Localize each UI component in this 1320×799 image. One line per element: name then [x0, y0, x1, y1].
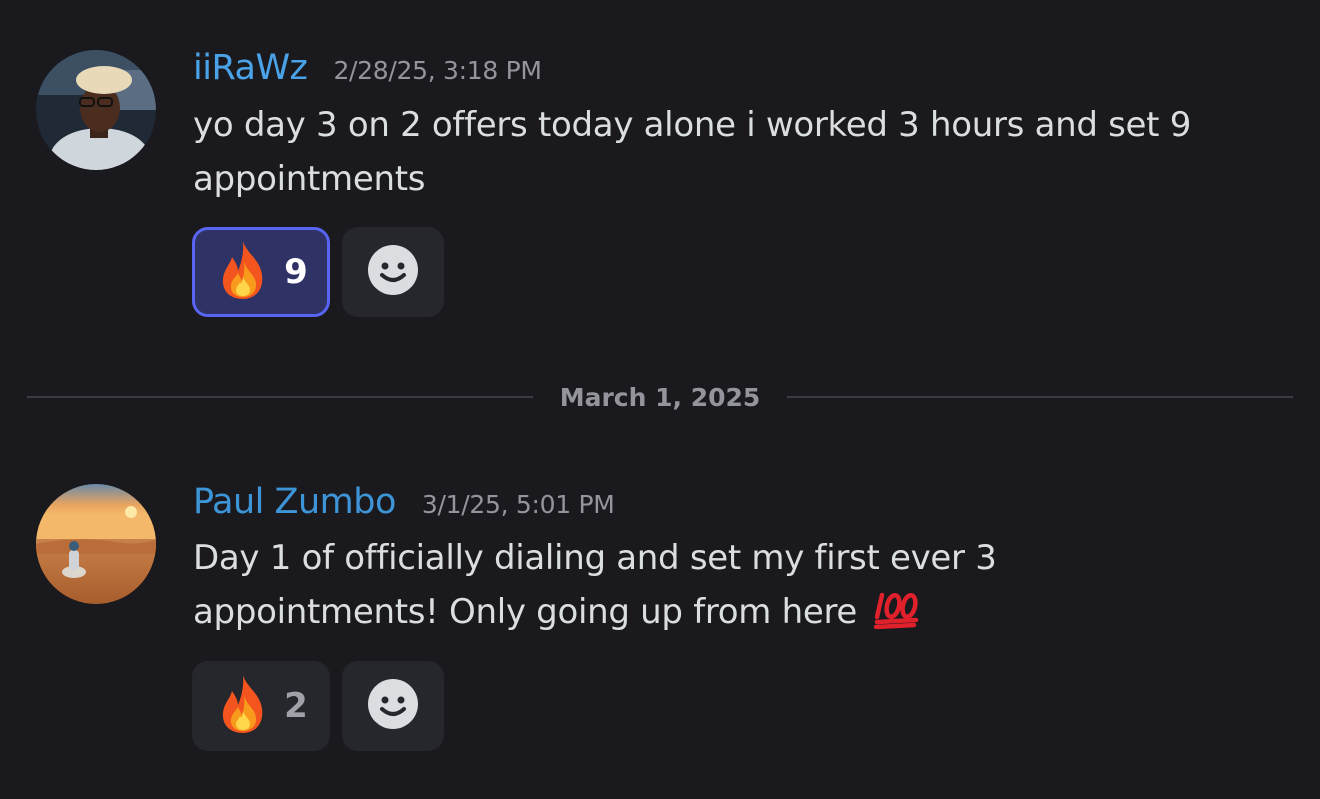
avatar-paul-zumbo[interactable] [36, 484, 156, 604]
timestamp: 3/1/25, 5:01 PM [421, 490, 615, 519]
reaction-count: 9 [284, 252, 308, 292]
add-reaction-button[interactable] [342, 227, 444, 317]
divider-date: March 1, 2025 [559, 382, 761, 412]
message-content: Day 1 of officially dialing and set my f… [193, 531, 1073, 645]
hundred-points-emoji-icon [873, 591, 920, 645]
chat-pane: iiRaWz 2/28/25, 3:18 PM yo day 3 on 2 of… [0, 0, 1320, 799]
divider-line-right [787, 396, 1294, 398]
timestamp: 2/28/25, 3:18 PM [333, 56, 542, 85]
avatar-iirawz[interactable] [36, 50, 156, 170]
fire-emoji-icon [216, 239, 270, 305]
message-content: yo day 3 on 2 offers today alone i worke… [193, 105, 1192, 199]
reactions-bar: 9 [192, 227, 444, 317]
avatar-iirawz-image [36, 50, 156, 170]
avatar-paul-zumbo-image [36, 484, 156, 604]
smiley-icon [367, 678, 419, 734]
username[interactable]: Paul Zumbo [193, 482, 396, 522]
date-divider: March 1, 2025 [27, 380, 1294, 414]
fire-emoji-icon [216, 673, 270, 739]
add-reaction-button[interactable] [342, 661, 444, 751]
reaction-count: 2 [284, 686, 308, 726]
username[interactable]: iiRaWz [193, 48, 308, 88]
reaction-fire[interactable]: 2 [192, 661, 330, 751]
smiley-icon [367, 244, 419, 300]
divider-line-left [27, 396, 533, 398]
reaction-fire[interactable]: 9 [192, 227, 330, 317]
reactions-bar: 2 [192, 661, 444, 751]
